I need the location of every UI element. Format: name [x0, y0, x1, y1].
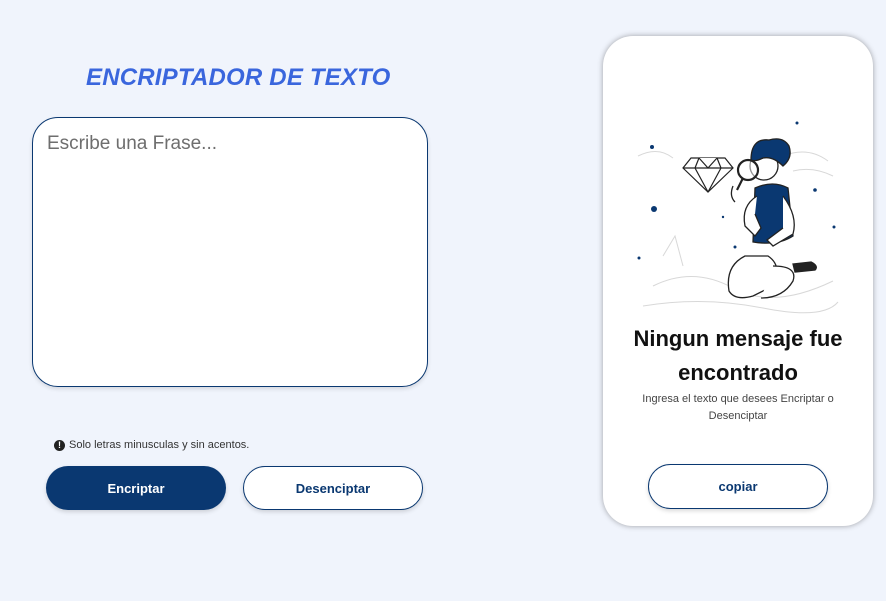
input-hint: ! Solo letras minusculas y sin acentos. — [54, 439, 249, 451]
exclamation-circle-icon: ! — [54, 439, 65, 451]
no-message-subtitle: Ingresa el texto que desees Encriptar o … — [642, 393, 834, 422]
text-input[interactable] — [32, 117, 428, 387]
hint-text: Solo letras minusculas y sin acentos. — [69, 439, 250, 451]
no-message-title: Ningun mensaje fue encontrado — [633, 326, 843, 385]
copy-button[interactable]: copiar — [648, 464, 828, 509]
encrypt-button[interactable]: Encriptar — [46, 466, 226, 510]
decrypt-button[interactable]: Desenciptar — [243, 466, 423, 510]
person-with-magnifier-illustration — [637, 121, 839, 314]
output-panel: Ningun mensaje fue encontrado Ingresa el… — [603, 36, 873, 526]
page-title: ENCRIPTADOR DE TEXTO — [86, 64, 391, 91]
